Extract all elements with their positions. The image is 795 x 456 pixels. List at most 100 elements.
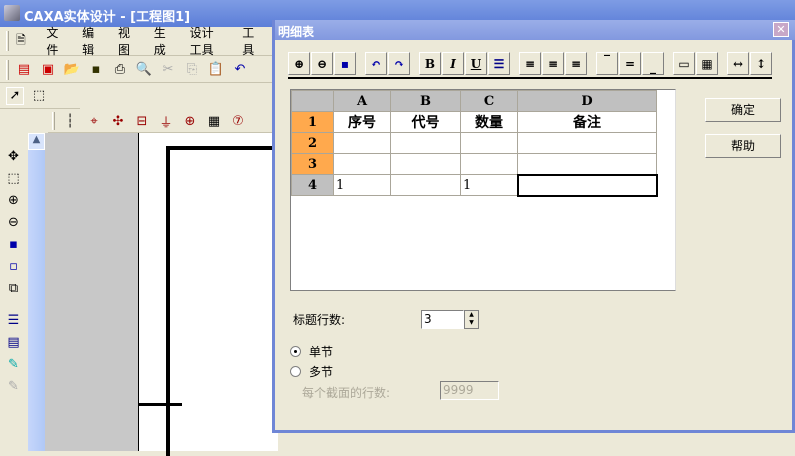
undo-button[interactable]: ↶ <box>365 52 387 75</box>
table-cell[interactable]: 1 <box>460 174 518 196</box>
table-cell[interactable] <box>390 153 461 175</box>
zoom-in-button[interactable]: ⊕ <box>288 52 310 75</box>
close-button[interactable]: ✕ <box>773 22 789 37</box>
zoom-in-icon[interactable]: ⊕ <box>5 191 23 209</box>
new-icon[interactable]: ▤ <box>15 61 33 79</box>
redo-button[interactable]: ↷ <box>388 52 410 75</box>
rows-per-section-label: 每个截面的行数: <box>302 386 391 400</box>
column-header[interactable]: A <box>333 90 391 112</box>
new-drawing-icon[interactable]: ▣ <box>39 61 57 79</box>
table-cell[interactable] <box>460 132 518 154</box>
zoom-window-icon[interactable]: ⬚ <box>5 169 23 187</box>
vertical-scrollbar[interactable]: ▲ <box>28 133 45 451</box>
dialog-title-bar: 明细表 <box>275 20 795 40</box>
menu-generate[interactable]: 生成 <box>154 24 171 58</box>
views-icon[interactable]: ⧉ <box>5 279 23 297</box>
table-cell[interactable] <box>333 153 391 175</box>
multi-section-radio[interactable] <box>290 366 301 377</box>
valign-bottom-button[interactable]: _ <box>642 52 664 75</box>
centerline-icon[interactable]: ┆ <box>61 112 79 130</box>
header-rows-input[interactable]: 3 <box>421 310 464 329</box>
table-cell[interactable]: 数量 <box>460 111 518 133</box>
table-cell[interactable]: 代号 <box>390 111 461 133</box>
row-header[interactable]: 1 <box>291 111 334 133</box>
pan-icon[interactable]: ✥ <box>5 147 23 165</box>
cut-icon[interactable]: ✂ <box>159 61 177 79</box>
corner-cell[interactable] <box>291 90 334 112</box>
ok-button[interactable]: 确定 <box>705 98 781 122</box>
table-cell[interactable]: 1 <box>333 174 391 196</box>
paste-icon[interactable]: 📋 <box>207 61 225 79</box>
table-cell[interactable] <box>460 153 518 175</box>
help-button[interactable]: 帮助 <box>705 134 781 158</box>
menu-tools[interactable]: 工具 <box>242 24 259 58</box>
table-cell[interactable] <box>517 153 657 175</box>
underline-button[interactable]: U <box>465 52 487 75</box>
fit-view-icon[interactable]: ▪ <box>5 235 23 253</box>
zoom-out-icon[interactable]: ⊖ <box>5 213 23 231</box>
datum-icon[interactable]: ⊟ <box>133 112 151 130</box>
menu-view[interactable]: 视图 <box>118 24 135 58</box>
table-cell[interactable] <box>517 132 657 154</box>
line-style-button[interactable]: ☰ <box>488 52 510 75</box>
center-mark-icon[interactable]: ⌖ <box>85 112 103 130</box>
align-right-button[interactable]: ≡ <box>565 52 587 75</box>
box-select-icon[interactable]: ⬚ <box>30 87 48 105</box>
table-icon[interactable]: ▦ <box>205 112 223 130</box>
pointer-icon[interactable]: ➚ <box>6 86 24 105</box>
zoom-out-button[interactable]: ⊖ <box>311 52 333 75</box>
properties-icon[interactable]: ▤ <box>5 333 23 351</box>
row-header[interactable]: 3 <box>291 153 334 175</box>
open-folder-icon[interactable]: 📂 <box>63 61 81 79</box>
bom-dialog: 明细表 ✕ ⊕ ⊖ ▪ ↶ ↷ B I U ☰ ≡ ≡ ≡ ‾ = _ ▭ ▦ … <box>272 20 795 433</box>
menu-design-tools[interactable]: 设计工具 <box>190 24 224 58</box>
weld-icon[interactable]: ⏚ <box>157 112 175 131</box>
fit-all-icon[interactable]: ▫ <box>5 257 23 275</box>
column-header[interactable]: B <box>390 90 461 112</box>
single-section-radio[interactable] <box>290 346 301 357</box>
table-cell[interactable] <box>390 132 461 154</box>
bom-grid[interactable]: A B C D 1 序号 代号 数量 备注 2 3 4 1 1 <box>290 89 676 291</box>
copy-icon[interactable]: ⎘ <box>183 61 201 79</box>
scroll-up-icon[interactable]: ▲ <box>28 133 45 150</box>
italic-button[interactable]: I <box>442 52 464 75</box>
header-rows-spinner[interactable]: ▲ ▼ <box>464 310 479 329</box>
toolbar-grip[interactable] <box>52 112 55 130</box>
eyedropper-icon[interactable]: ✎ <box>5 355 23 373</box>
table-cell[interactable]: 序号 <box>333 111 391 133</box>
table-cell[interactable] <box>390 174 461 196</box>
selected-cell[interactable] <box>516 173 658 197</box>
menu-file[interactable]: 文件 <box>46 24 63 58</box>
align-left-button[interactable]: ≡ <box>519 52 541 75</box>
line-style-icon[interactable]: ☰ <box>5 311 23 329</box>
drawing-canvas[interactable] <box>138 133 286 456</box>
single-section-option[interactable]: 单节 <box>290 343 333 360</box>
column-header[interactable]: D <box>517 90 657 112</box>
toolbar-grip[interactable] <box>6 31 9 51</box>
row-height-button[interactable]: ↕ <box>750 52 772 75</box>
bold-button[interactable]: B <box>419 52 441 75</box>
document-icon[interactable]: 🗎 <box>15 32 28 50</box>
align-center-button[interactable]: ≡ <box>542 52 564 75</box>
table-cell[interactable] <box>333 132 391 154</box>
row-header[interactable]: 2 <box>291 132 334 154</box>
table-cell[interactable]: 备注 <box>517 111 657 133</box>
grid-button[interactable]: ▦ <box>696 52 718 75</box>
balloon-icon[interactable]: ⑦ <box>229 112 247 130</box>
menu-edit[interactable]: 编辑 <box>82 24 99 58</box>
print-icon[interactable]: ⎙ <box>111 61 129 79</box>
rough-icon[interactable]: ⊕ <box>181 112 199 130</box>
row-header[interactable]: 4 <box>291 174 334 196</box>
valign-middle-button[interactable]: = <box>619 52 641 75</box>
save-icon[interactable]: ▪ <box>87 61 105 79</box>
multi-section-option[interactable]: 多节 <box>290 363 333 380</box>
column-header[interactable]: C <box>460 90 518 112</box>
undo-icon[interactable]: ↶ <box>231 61 249 79</box>
valign-top-button[interactable]: ‾ <box>596 52 618 75</box>
column-width-button[interactable]: ↔ <box>727 52 749 75</box>
toolbar-grip[interactable] <box>6 59 9 80</box>
print-preview-icon[interactable]: 🔍 <box>135 61 153 79</box>
symbol-icon[interactable]: ✣ <box>109 112 127 130</box>
border-button[interactable]: ▭ <box>673 52 695 75</box>
fit-button[interactable]: ▪ <box>334 52 356 75</box>
